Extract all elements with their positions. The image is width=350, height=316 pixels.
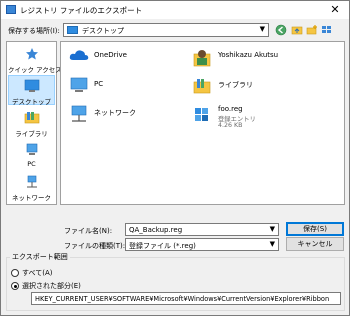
chevron-down-icon: ▼ [269,240,275,248]
export-selected-radio[interactable] [11,282,19,290]
export-registry-dialog: レジストリ ファイルのエクスポート ✕ 保存する場所(I): デスクトップ ▼ [0,0,350,316]
filename-field[interactable]: QA_Backup.reg ▼ [125,223,279,236]
selected-branch-value: HKEY_CURRENT_USER¥SOFTWARE¥Microsoft¥Win… [35,295,330,303]
save-button[interactable]: 保存(S) [286,222,344,236]
file-name: OneDrive [94,51,127,59]
selected-branch-field[interactable]: HKEY_CURRENT_USER¥SOFTWARE¥Microsoft¥Win… [31,292,341,305]
export-selected-label: 選択された部分(E) [22,282,81,290]
desktop-icon [24,79,39,92]
file-item-pc[interactable]: PC [63,75,193,101]
sidebar-item-label: クイック アクセス [8,66,62,74]
onedrive-cloud-icon [69,50,89,60]
title-bar: レジストリ ファイルのエクスポート ✕ [1,1,349,19]
radio-selected-dot [13,284,17,288]
file-list: OneDrive Yoshikazu Akutsu PC ライブラリ ネットワー… [60,41,345,205]
navigation-sidebar: クイック アクセス デスクトップ ライブラリ PC ネットワーク [6,41,62,205]
desktop-folder-icon [67,26,78,34]
export-all-label: すべて(A) [22,269,53,277]
view-menu-icon[interactable] [321,24,333,36]
library-icon [193,79,211,94]
filetype-value: 登録ファイル (*.reg) [129,242,196,250]
save-in-combo[interactable]: デスクトップ ▼ [63,23,269,37]
cancel-button[interactable]: キャンセル [286,237,344,251]
network-icon [26,175,37,188]
sidebar-item-label: ネットワーク [12,194,51,202]
sidebar-item-label: ライブラリ [15,130,48,138]
file-name: ネットワーク [94,109,136,117]
back-icon[interactable] [275,24,287,36]
registry-editor-icon [6,5,16,14]
chevron-down-icon: ▼ [269,225,275,233]
close-button[interactable]: ✕ [325,2,345,17]
sidebar-item-library[interactable]: ライブラリ [8,108,55,138]
user-folder-icon [193,50,211,67]
pc-icon [26,143,37,155]
star-icon [25,48,38,60]
filetype-label: ファイルの種類(T): [64,242,126,250]
filename-label: ファイル名(N): [64,227,113,235]
new-folder-icon[interactable] [306,24,318,36]
chevron-down-icon: ▼ [259,25,265,33]
save-in-value: デスクトップ [82,27,124,35]
file-size: 4.26 KB [218,122,243,129]
library-icon [24,112,39,124]
pc-icon [70,77,88,92]
file-item-network[interactable]: ネットワーク [63,103,193,129]
sidebar-item-label: PC [27,160,36,168]
network-icon [71,105,87,122]
export-range-title: エクスポート範囲 [10,252,70,262]
filetype-select[interactable]: 登録ファイル (*.reg) ▼ [125,238,279,251]
file-name: PC [94,80,104,88]
file-name: Yoshikazu Akutsu [218,51,279,59]
file-item-reg[interactable]: foo.reg 登録エントリ 4.26 KB [187,103,317,137]
file-name: foo.reg [218,105,243,113]
save-in-label: 保存する場所(I): [8,27,60,35]
file-item-onedrive[interactable]: OneDrive [63,46,193,72]
sidebar-item-label: デスクトップ [12,98,51,106]
export-all-radio[interactable] [11,269,19,277]
file-name: ライブラリ [218,81,253,89]
sidebar-item-quick-access[interactable]: クイック アクセス [8,44,62,74]
registry-file-icon [195,108,208,121]
file-item-library[interactable]: ライブラリ [187,75,317,101]
sidebar-item-network[interactable]: ネットワーク [8,172,55,202]
up-folder-icon[interactable] [291,24,303,36]
filename-value: QA_Backup.reg [129,226,183,234]
sidebar-item-desktop[interactable]: デスクトップ [8,75,55,106]
file-item-user[interactable]: Yoshikazu Akutsu [187,46,317,72]
window-title: レジストリ ファイルのエクスポート [20,6,143,15]
sidebar-item-pc[interactable]: PC [8,140,55,170]
